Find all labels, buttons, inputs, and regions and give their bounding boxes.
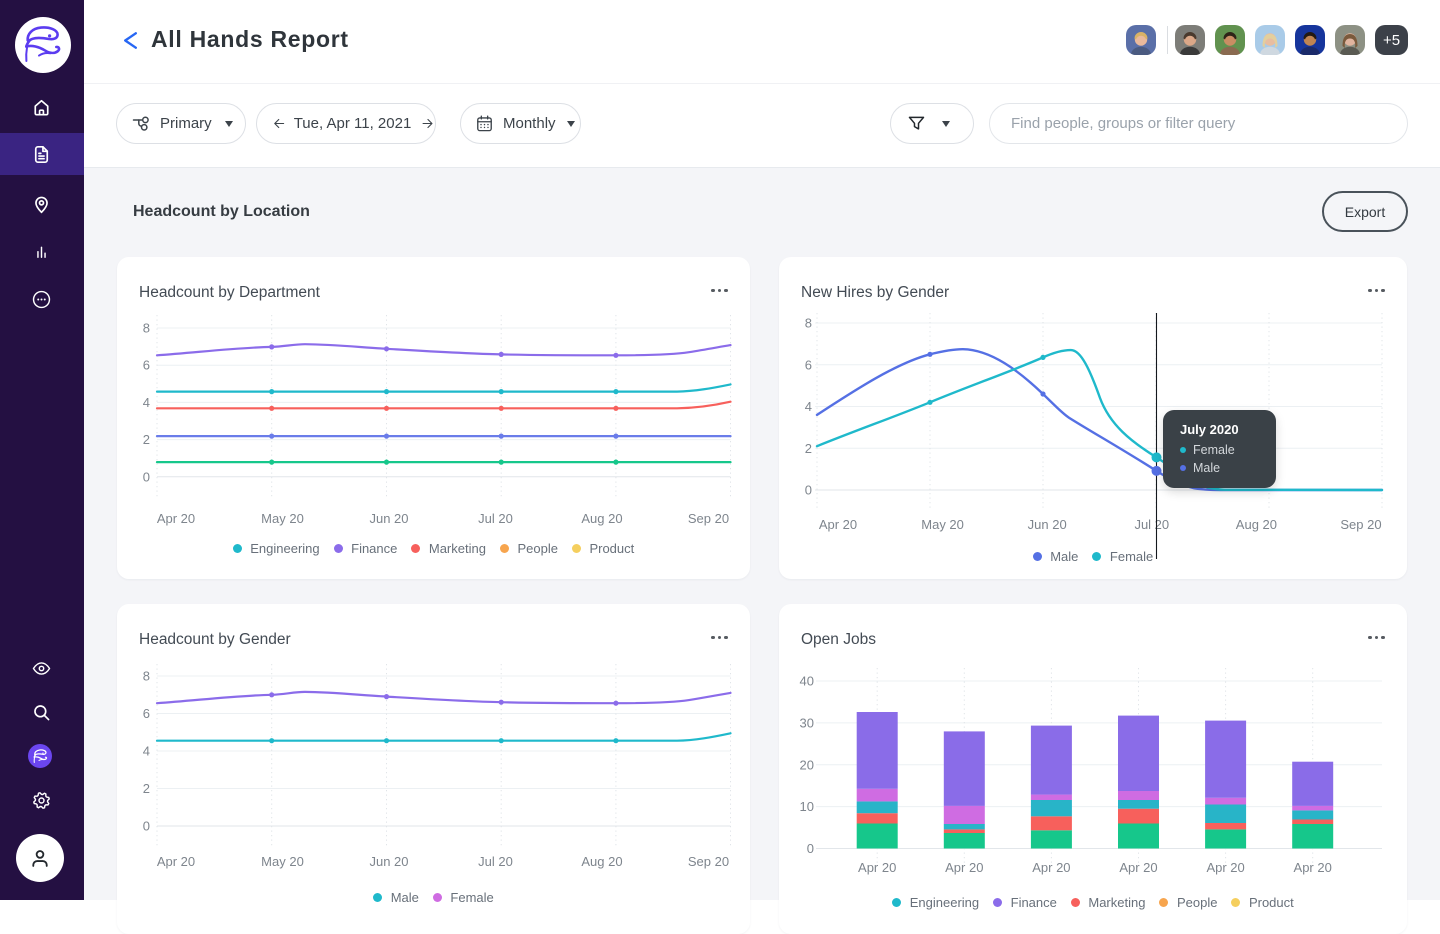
svg-text:6: 6 (143, 706, 150, 721)
svg-text:Sep 20: Sep 20 (1340, 517, 1381, 532)
svg-text:May 20: May 20 (921, 517, 964, 532)
svg-text:0: 0 (807, 841, 814, 856)
svg-text:6: 6 (805, 357, 812, 372)
svg-text:Apr 20: Apr 20 (157, 854, 195, 869)
svg-text:2: 2 (143, 432, 150, 447)
svg-text:Jul 20: Jul 20 (478, 854, 513, 869)
svg-text:Jul 20: Jul 20 (478, 511, 513, 526)
svg-text:4: 4 (143, 395, 150, 410)
svg-text:4: 4 (143, 744, 150, 759)
svg-text:4: 4 (805, 399, 812, 414)
svg-text:8: 8 (143, 669, 150, 684)
svg-text:20: 20 (800, 757, 814, 772)
svg-text:May 20: May 20 (261, 854, 304, 869)
svg-text:30: 30 (800, 715, 814, 730)
svg-text:Apr 20: Apr 20 (819, 517, 857, 532)
svg-text:Apr 20: Apr 20 (1294, 860, 1332, 875)
svg-text:Aug 20: Aug 20 (581, 854, 622, 869)
svg-text:10: 10 (800, 799, 814, 814)
svg-text:Jul 20: Jul 20 (1134, 517, 1169, 532)
svg-text:8: 8 (143, 321, 150, 336)
svg-text:Jun 20: Jun 20 (369, 511, 408, 526)
svg-text:0: 0 (805, 483, 812, 498)
svg-text:Apr 20: Apr 20 (1032, 860, 1070, 875)
svg-text:40: 40 (800, 674, 814, 689)
svg-text:Apr 20: Apr 20 (157, 511, 195, 526)
svg-text:Aug 20: Aug 20 (581, 511, 622, 526)
svg-text:0: 0 (143, 819, 150, 834)
svg-text:2: 2 (805, 441, 812, 456)
svg-text:6: 6 (143, 358, 150, 373)
svg-text:Sep 20: Sep 20 (688, 511, 729, 526)
svg-text:Sep 20: Sep 20 (688, 854, 729, 869)
svg-text:Apr 20: Apr 20 (1119, 860, 1157, 875)
svg-text:8: 8 (805, 316, 812, 331)
svg-text:Apr 20: Apr 20 (1206, 860, 1244, 875)
svg-text:Apr 20: Apr 20 (945, 860, 983, 875)
svg-text:Apr 20: Apr 20 (858, 860, 896, 875)
svg-text:0: 0 (143, 469, 150, 484)
svg-text:May 20: May 20 (261, 511, 304, 526)
svg-text:Aug 20: Aug 20 (1236, 517, 1277, 532)
svg-text:Jun 20: Jun 20 (369, 854, 408, 869)
svg-text:Jun 20: Jun 20 (1028, 517, 1067, 532)
svg-text:2: 2 (143, 781, 150, 796)
